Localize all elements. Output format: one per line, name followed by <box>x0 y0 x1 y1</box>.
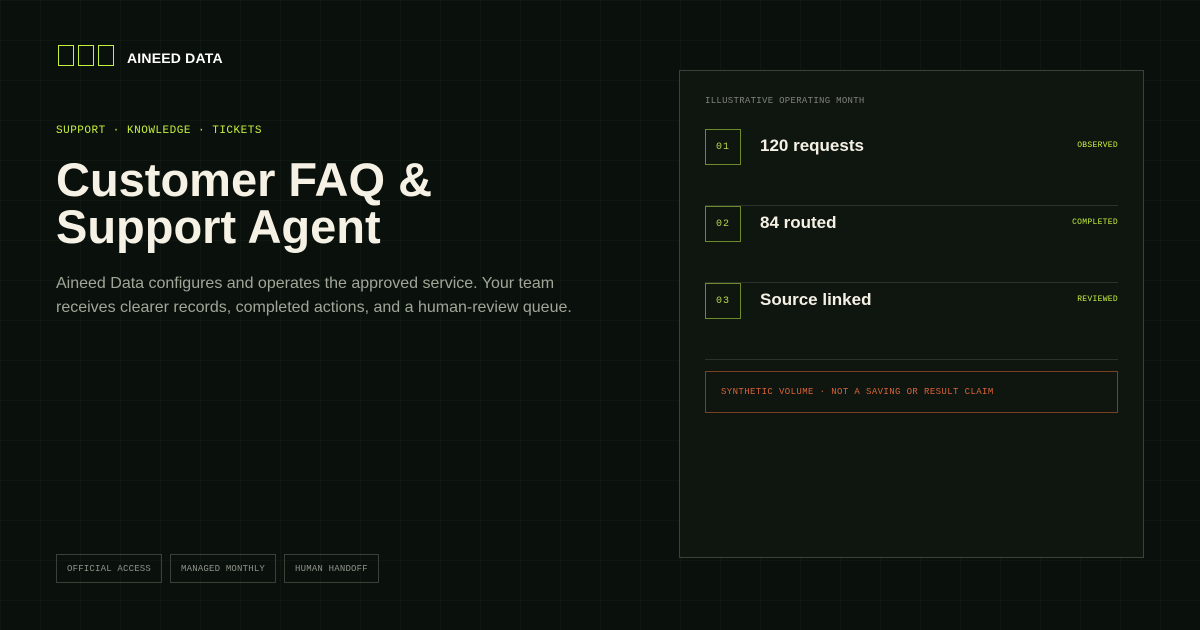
disclaimer-box: SYNTHETIC VOLUME · NOT A SAVING OR RESUL… <box>705 371 1118 413</box>
feature-chips: OFFICIAL ACCESS MANAGED MONTHLY HUMAN HA… <box>56 554 379 583</box>
status-badge: COMPLETED <box>1072 218 1118 227</box>
description-line: receives clearer records, completed acti… <box>56 299 572 316</box>
brand-name: AINEED DATA <box>127 50 223 66</box>
chip-managed-monthly: MANAGED MONTHLY <box>170 554 277 583</box>
status-badge: OBSERVED <box>1077 141 1118 150</box>
description-line: Aineed Data configures and operates the … <box>56 275 555 292</box>
chip-official-access: OFFICIAL ACCESS <box>56 554 163 583</box>
description: Aineed Data configures and operates the … <box>56 272 616 320</box>
page-title-line: Customer FAQ & <box>56 153 433 206</box>
row-number-badge: 01 <box>705 129 741 165</box>
status-badge: REVIEWED <box>1077 295 1118 304</box>
row-number-badge: 03 <box>705 283 741 319</box>
page-title-line: Support Agent <box>56 200 381 253</box>
operating-month-panel: ILLUSTRATIVE OPERATING MONTH 01 120 requ… <box>679 70 1144 558</box>
panel-label: ILLUSTRATIVE OPERATING MONTH <box>705 96 865 106</box>
row-metric: 120 requests <box>760 136 864 155</box>
brand: AINEED DATA <box>58 44 223 66</box>
row-metric: 84 routed <box>760 213 837 232</box>
chip-human-handoff: HUMAN HANDOFF <box>284 554 379 583</box>
square-outline-icon <box>58 44 74 66</box>
brand-logo <box>58 44 114 66</box>
square-outline-icon <box>98 44 114 66</box>
eyebrow: SUPPORT · KNOWLEDGE · TICKETS <box>56 125 262 137</box>
metric-row: 03 Source linked REVIEWED <box>705 283 1118 360</box>
row-metric: Source linked <box>760 290 872 309</box>
metric-row: 02 84 routed COMPLETED <box>705 206 1118 283</box>
square-outline-icon <box>78 44 94 66</box>
row-number-badge: 02 <box>705 206 741 242</box>
page-title: Customer FAQ & Support Agent <box>56 156 656 250</box>
metric-row: 01 120 requests OBSERVED <box>705 129 1118 206</box>
